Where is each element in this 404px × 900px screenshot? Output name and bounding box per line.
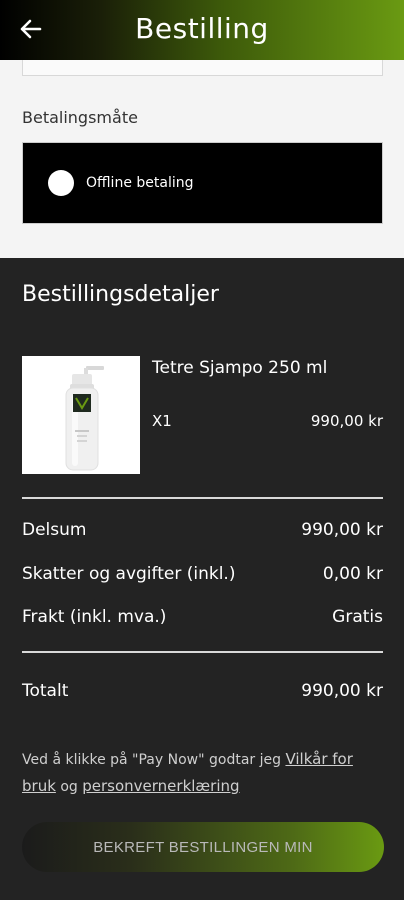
product-name: Tetre Sjampo 250 ml	[152, 358, 328, 378]
taxes-row: Skatter og avgifter (inkl.) 0,00 kr	[22, 564, 383, 584]
taxes-value: 0,00 kr	[322, 564, 383, 584]
product-price: 990,00 kr	[310, 412, 383, 430]
terms-prefix: Ved å klikke på "Pay Now" godtar jeg	[22, 752, 286, 768]
shampoo-bottle-icon	[22, 356, 140, 474]
subtotal-value: 990,00 kr	[301, 520, 383, 540]
radio-button[interactable]	[48, 170, 74, 196]
shipping-row: Frakt (inkl. mva.) Gratis	[22, 607, 383, 627]
payment-section: Betalingsmåte Offline betaling	[0, 60, 404, 258]
page-title: Bestilling	[135, 12, 269, 45]
divider	[22, 651, 383, 653]
previous-field-box	[22, 60, 383, 76]
privacy-policy-link[interactable]: personvernerklæring	[82, 777, 239, 795]
payment-option-offline[interactable]: Offline betaling	[22, 142, 383, 224]
divider	[22, 497, 383, 499]
subtotal-label: Delsum	[22, 520, 87, 540]
total-value: 990,00 kr	[301, 681, 383, 701]
product-image	[22, 356, 140, 474]
total-label: Totalt	[22, 681, 69, 701]
taxes-label: Skatter og avgifter (inkl.)	[22, 564, 236, 584]
shipping-label: Frakt (inkl. mva.)	[22, 607, 167, 627]
payment-method-label: Betalingsmåte	[22, 108, 138, 127]
terms-middle: og	[55, 779, 83, 795]
app-header: Bestilling	[0, 0, 404, 60]
terms-text: Ved å klikke på "Pay Now" godtar jeg Vil…	[22, 746, 384, 800]
payment-option-label: Offline betaling	[86, 175, 194, 191]
total-row: Totalt 990,00 kr	[22, 681, 383, 701]
order-details-title: Bestillingsdetaljer	[22, 282, 219, 307]
subtotal-row: Delsum 990,00 kr	[22, 520, 383, 540]
confirm-order-button[interactable]: BEKREFT BESTILLINGEN MIN	[22, 822, 384, 872]
product-quantity: X1	[152, 412, 172, 430]
shipping-value: Gratis	[332, 607, 383, 627]
